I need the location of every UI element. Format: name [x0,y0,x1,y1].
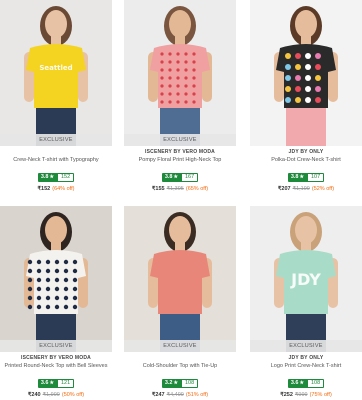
product-name[interactable]: Printed Round-Neck Top with Bell Sleeves [0,362,112,371]
product-image[interactable]: JDY EXCLUSIVE [250,206,362,352]
rating-badge: 3.6★ 108 [287,379,325,388]
price-row: ₹240 ₹1,999 (50% off) [0,390,112,400]
price-row: ₹252 ₹999 (75% off) [250,390,362,400]
product-card[interactable]: EXCLUSIVE Cold-Shoulder Top with Tie-Up 3.… [124,206,236,400]
rating-badge: 3.2★ 108 [161,379,199,388]
product-card[interactable]: EXCLUSIVE ISCENERY BY VERO MODA Printed Ro… [0,206,112,400]
original-price: ₹4,499 [166,392,184,398]
brand-name [124,354,236,362]
price-row: ₹155 ₹1,395 (65% off) [124,184,236,194]
sale-price: ₹252 [280,392,293,398]
rating-badge: 3.8★ 152 [37,173,75,182]
product-info: Crew-Neck T-shirt with Typography 3.8★ 152… [0,146,112,194]
product-name[interactable]: Logo Print Crew-Neck T-shirt [250,362,362,371]
sale-price: ₹152 [37,186,51,192]
discount-label: (65% off) [185,186,209,192]
discount-label: (52% off) [311,186,335,192]
shirt-print-text: Seattled [39,64,73,72]
rating-score: 3.6★ [37,379,57,388]
exclusive-badge: EXCLUSIVE [250,340,362,352]
exclusive-badge: EXCLUSIVE [124,134,236,146]
product-name[interactable]: Cold-Shoulder Top with Tie-Up [124,362,236,371]
model-photo [124,0,236,146]
product-name[interactable]: Crew-Neck T-shirt with Typography [0,156,112,165]
discount-label: (50% off) [61,392,85,398]
model-photo [250,0,362,146]
star-icon: ★ [173,174,178,180]
model-photo [124,206,236,352]
price-row: ₹207 ₹1,199 (52% off) [250,184,362,194]
product-card[interactable]: JDY BY ONLY Polka-Dot Crew-Neck T-shirt 3.… [250,0,362,194]
shirt-print-text: JDY [291,270,321,289]
product-info: JDY BY ONLY Logo Print Crew-Neck T-shirt 3… [250,352,362,400]
product-image[interactable]: EXCLUSIVE [0,206,112,352]
product-image[interactable]: Seattled EXCLUSIVE [0,0,112,146]
review-count: 152 [56,173,75,182]
product-info: ISCENERY BY VERO MODA Pompy Floral Print … [124,146,236,194]
discount-label: (64% off) [52,186,75,192]
price-row: ₹247 ₹4,499 (51% off) [124,390,236,400]
rating-score: 3.8★ [37,173,57,182]
star-icon: ★ [299,174,304,180]
brand-name: JDY BY ONLY [288,149,324,155]
review-count: 108 [180,379,199,388]
product-info: JDY BY ONLY Polka-Dot Crew-Neck T-shirt 3.… [250,146,362,194]
review-count: 121 [56,379,75,388]
sale-price: ₹207 [277,186,291,192]
star-icon: ★ [49,174,54,180]
product-card[interactable]: Seattled EXCLUSIVE Crew-Neck T-shirt with … [0,0,112,194]
brand-name [0,148,112,156]
sale-price: ₹240 [27,392,41,398]
product-card[interactable]: EXCLUSIVE ISCENERY BY VERO MODA Pompy Flor… [124,0,236,194]
product-name[interactable]: Pompy Floral Print High-Neck Top [124,156,236,165]
product-grid: Seattled EXCLUSIVE Crew-Neck T-shirt with … [0,0,362,400]
rating-score: 3.8★ [287,173,307,182]
star-icon: ★ [49,380,54,386]
product-image[interactable] [250,0,362,146]
discount-label: (51% off) [185,392,209,398]
review-count: 107 [306,173,325,182]
brand-name: JDY BY ONLY [288,355,324,361]
brand-name: ISCENERY BY VERO MODA [145,149,215,155]
product-card[interactable]: JDY EXCLUSIVE JDY BY ONLY Logo Print Crew-N… [250,206,362,400]
original-price: ₹1,395 [166,186,184,192]
brand-name: ISCENERY BY VERO MODA [21,355,91,361]
review-count: 167 [180,173,199,182]
model-photo [0,0,112,146]
rating-badge: 3.8★ 107 [287,173,325,182]
star-icon: ★ [173,380,178,386]
rating-badge: 3.6★ 121 [37,379,75,388]
review-count: 108 [306,379,325,388]
original-price: ₹1,199 [292,186,310,192]
product-name[interactable]: Polka-Dot Crew-Neck T-shirt [250,156,362,165]
rating-score: 3.2★ [161,379,181,388]
star-icon: ★ [299,380,304,386]
exclusive-badge: EXCLUSIVE [0,134,112,146]
original-price: ₹999 [294,392,308,398]
rating-score: 3.8★ [161,173,181,182]
original-price: ₹1,999 [42,392,60,398]
product-image[interactable]: EXCLUSIVE [124,206,236,352]
model-photo [0,206,112,352]
exclusive-badge: EXCLUSIVE [0,340,112,352]
product-info: Cold-Shoulder Top with Tie-Up 3.2★ 108 ₹247… [124,352,236,400]
discount-label: (75% off) [309,392,332,398]
sale-price: ₹155 [151,186,165,192]
product-image[interactable]: EXCLUSIVE [124,0,236,146]
price-row: ₹152 (64% off) [0,184,112,194]
rating-score: 3.6★ [287,379,307,388]
product-info: ISCENERY BY VERO MODA Printed Round-Neck … [0,352,112,400]
sale-price: ₹247 [151,392,165,398]
rating-badge: 3.8★ 167 [161,173,199,182]
exclusive-badge: EXCLUSIVE [124,340,236,352]
